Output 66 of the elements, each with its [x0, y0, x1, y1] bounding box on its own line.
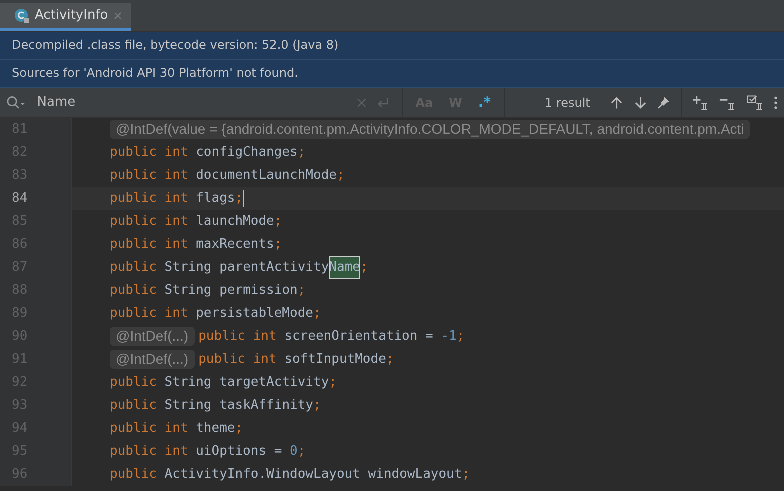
code-keyword: public	[110, 374, 158, 392]
code-keyword: public	[110, 397, 158, 415]
class-file-icon	[14, 8, 30, 24]
down-arrow-icon[interactable]	[634, 96, 648, 110]
code-keyword: ;	[235, 420, 244, 438]
code-text: screenOrientation =	[284, 328, 434, 346]
code-keyword: public int	[198, 351, 278, 369]
code-number: -1	[441, 328, 457, 346]
code-keyword: ;	[274, 213, 282, 231]
code-text: softInputMode	[284, 351, 386, 369]
code-keyword: public int	[110, 167, 190, 185]
code-text: String taskAffinity	[164, 397, 314, 415]
search-option-toggle[interactable]: .*	[475, 94, 494, 110]
code-keyword: public int	[110, 144, 190, 162]
code-text: String parentActivity	[164, 259, 330, 277]
editor-tab[interactable]: ActivityInfo	[0, 3, 132, 31]
add-occurrence-icon[interactable]	[692, 94, 710, 110]
code-text: uiOptions =	[196, 443, 284, 461]
folded-annotation[interactable]: @IntDef(value = {android.content.pm.ActivityInfo.COLOR_MODE_DEFAULT, android.content.pm.Acti	[110, 120, 750, 139]
code-keyword: public	[110, 466, 158, 484]
code-keyword: ;	[329, 374, 337, 392]
code-text: String targetActivity	[164, 374, 330, 392]
code-keyword: ;	[298, 144, 306, 162]
search-match: Name	[329, 256, 360, 279]
code-keyword: public int	[110, 236, 190, 254]
code-text: String permission	[164, 282, 298, 300]
code-text: documentLaunchMode	[196, 167, 337, 185]
code-keyword: ;	[314, 305, 322, 323]
code-text: launchMode	[196, 213, 274, 231]
line-number: 84	[12, 191, 28, 206]
code-keyword: ;	[456, 328, 465, 346]
folded-annotation[interactable]: @IntDef(...)	[110, 327, 195, 346]
code-text: ActivityInfo.WindowLayout windowLayout	[164, 466, 462, 484]
code-keyword: ;	[314, 397, 322, 415]
code-keyword: ;	[336, 167, 345, 185]
code-keyword: public int	[110, 190, 190, 208]
code-keyword: public int	[110, 420, 190, 438]
notification-banner: Decompiled .class file, bytecode version: 52.0 (Java 8)	[0, 32, 784, 60]
code-keyword: ;	[298, 282, 306, 300]
code-keyword: ;	[386, 351, 394, 369]
select-all-occurrences-icon[interactable]	[746, 94, 764, 110]
code-keyword: public int	[110, 305, 190, 323]
code-text: persistableMode	[196, 305, 314, 323]
pin-icon[interactable]	[657, 96, 671, 110]
more-icon[interactable]	[774, 96, 778, 110]
code-number: 0	[290, 443, 298, 461]
code-keyword: ;	[274, 236, 282, 254]
search-icon[interactable]	[6, 94, 28, 110]
code-keyword: ;	[235, 190, 244, 208]
folded-annotation[interactable]: @IntDef(...)	[110, 350, 195, 369]
code-text: configChanges	[196, 144, 298, 162]
code-keyword: public int	[110, 213, 190, 231]
code-text: theme	[196, 420, 236, 438]
code-keyword: public int	[110, 443, 190, 461]
code-keyword: ;	[360, 259, 368, 277]
search-field[interactable]: Name	[37, 95, 347, 110]
up-arrow-icon[interactable]	[610, 96, 624, 110]
code-keyword: public	[110, 259, 158, 277]
notification-banner: Sources for 'Android API 30 Platform' not found.	[0, 60, 784, 88]
code-text: maxRecents	[196, 236, 274, 254]
code-keyword: public	[110, 282, 158, 300]
result-count: 1 result	[544, 96, 590, 110]
code-keyword: ;	[298, 443, 306, 461]
code-text: flags	[196, 190, 236, 208]
code-keyword: public int	[198, 328, 278, 346]
code-keyword: ;	[462, 466, 470, 484]
